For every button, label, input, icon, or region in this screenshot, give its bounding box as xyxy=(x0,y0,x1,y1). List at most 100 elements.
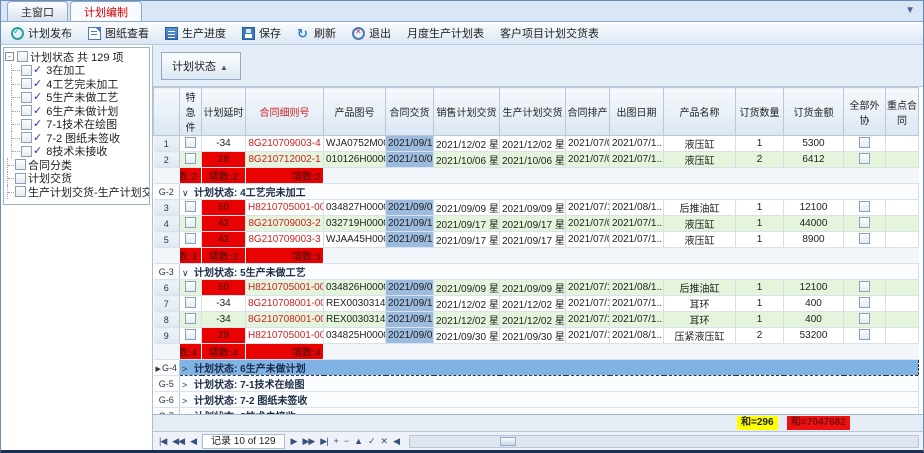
tree-item-checkbox[interactable] xyxy=(15,186,26,197)
col-header-5[interactable]: 产品图号 xyxy=(324,88,386,136)
toolbar-button-8[interactable]: 客户项目计划交货表 xyxy=(500,25,599,41)
tree-item-checkbox[interactable] xyxy=(15,173,26,184)
expand-icon[interactable]: > xyxy=(182,364,194,374)
group-label-cell[interactable]: ∨计划状态: 4工艺完未加工 xyxy=(180,184,919,200)
outsourced-checkbox[interactable] xyxy=(859,137,870,148)
col-header-2[interactable]: 特急件 xyxy=(180,88,202,136)
col-header-3[interactable]: 计划延时 xyxy=(202,88,246,136)
nav-append-button[interactable]: + xyxy=(332,436,340,446)
outsourced-checkbox[interactable] xyxy=(859,281,870,292)
toolbar-button-6[interactable]: 退出 xyxy=(352,25,391,41)
group-footer-row[interactable]: 项数:3项数:3项数:3 xyxy=(154,248,919,264)
tree-item-checkbox[interactable] xyxy=(15,159,26,170)
tree-item-checkbox[interactable] xyxy=(21,92,32,103)
urgent-checkbox[interactable] xyxy=(185,153,196,164)
group-label-cell[interactable]: >计划状态: 7-1技术在绘图 xyxy=(180,376,919,392)
nav-last-button[interactable]: ▶| xyxy=(318,436,329,447)
nav-end-button[interactable]: ◀ xyxy=(391,436,401,447)
group-label-cell[interactable]: >计划状态: 7-2 图纸未签收 xyxy=(180,392,919,408)
urgent-checkbox[interactable] xyxy=(185,137,196,148)
nav-prev-page-button[interactable]: ◀◀ xyxy=(170,436,186,447)
table-row[interactable]: 4428G210709003-2032719H000002021/09/1...… xyxy=(154,216,919,232)
group-row[interactable]: G-2∨计划状态: 4工艺完未加工 xyxy=(154,184,919,200)
group-row[interactable]: G-5>计划状态: 7-1技术在绘图 xyxy=(154,376,919,392)
tab-plan-edit[interactable]: 计划编制 xyxy=(70,1,142,21)
table-row[interactable]: 350H8210705001-004034827H000002021/09/0.… xyxy=(154,200,919,216)
urgent-checkbox[interactable] xyxy=(185,313,196,324)
nav-cancel-button[interactable]: ✕ xyxy=(379,436,390,447)
outsourced-checkbox[interactable] xyxy=(859,233,870,244)
tree-item-checkbox[interactable] xyxy=(21,119,32,130)
col-header-15[interactable]: 重点合同 xyxy=(886,88,919,136)
col-header-8[interactable]: 生产计划交货 xyxy=(500,88,566,136)
col-header-12[interactable]: 订货数量 xyxy=(736,88,784,136)
outsourced-checkbox[interactable] xyxy=(859,313,870,324)
collapse-icon[interactable]: ∨ xyxy=(182,188,194,199)
group-row[interactable]: ▶G-4>计划状态: 6生产未做计划 xyxy=(154,360,919,376)
toolbar-button-4[interactable]: 保存 xyxy=(242,25,281,41)
toolbar-button-5[interactable]: ↻刷新 xyxy=(297,25,336,41)
group-label-cell[interactable]: >计划状态: 6生产未做计划 xyxy=(180,360,919,376)
urgent-checkbox[interactable] xyxy=(185,297,196,308)
scrollbar-thumb[interactable] xyxy=(500,437,516,446)
outsourced-checkbox[interactable] xyxy=(859,217,870,228)
table-row[interactable]: 2288G210712002-1010126H000002021/10/0...… xyxy=(154,152,919,168)
nav-post-button[interactable]: ✓ xyxy=(366,436,377,447)
nav-first-button[interactable]: |◀ xyxy=(157,436,168,447)
col-header-10[interactable]: 出图日期 xyxy=(610,88,664,136)
table-row[interactable]: 5428G210709003-3WJAA45H00002021/09/1...2… xyxy=(154,232,919,248)
table-row[interactable]: 650H8210705001-003034826H000002021/09/0.… xyxy=(154,280,919,296)
group-footer-row[interactable]: 项数:4项数:4项数:4 xyxy=(154,344,919,360)
nav-delete-button[interactable]: − xyxy=(342,436,350,446)
urgent-checkbox[interactable] xyxy=(185,281,196,292)
horizontal-scrollbar[interactable] xyxy=(409,435,919,448)
urgent-checkbox[interactable] xyxy=(185,233,196,244)
col-header-13[interactable]: 订货金额 xyxy=(784,88,844,136)
col-header-6[interactable]: 合同交货 xyxy=(386,88,434,136)
toolbar-button-7[interactable]: 月度生产计划表 xyxy=(407,25,484,41)
expand-icon[interactable]: > xyxy=(182,396,194,406)
col-header-14[interactable]: 全部外协 xyxy=(844,88,886,136)
tree-item-checkbox[interactable] xyxy=(21,78,32,89)
toolbar-button-3[interactable]: 生产进度 xyxy=(165,25,226,41)
group-footer-row[interactable]: 项数:2项数:2项数:2 xyxy=(154,168,919,184)
tree-item-checkbox[interactable] xyxy=(21,146,32,157)
tree-item-other[interactable]: 合同分类 xyxy=(5,158,148,172)
table-row[interactable]: 8-348G210708001-002REX00303142C2021/09/1… xyxy=(154,312,919,328)
col-header-11[interactable]: 产品名称 xyxy=(664,88,736,136)
toolbar-button-2[interactable]: 图纸查看 xyxy=(88,25,149,41)
tab-main-window[interactable]: 主窗口 xyxy=(7,1,68,21)
nav-next-button[interactable]: ▶ xyxy=(289,436,299,447)
tree-item-other[interactable]: 生产计划交货-生产计划交货 xyxy=(5,185,148,199)
table-row[interactable]: 1-348G210709003-4WJA0752M0002021/09/1...… xyxy=(154,136,919,152)
collapse-icon[interactable]: ∨ xyxy=(182,268,194,279)
tree-item-checkbox[interactable] xyxy=(21,132,32,143)
group-row[interactable]: G-3∨计划状态: 5生产未做工艺 xyxy=(154,264,919,280)
group-row[interactable]: G-6>计划状态: 7-2 图纸未签收 xyxy=(154,392,919,408)
table-row[interactable]: 929H8210705001-002034825H000002021/09/0.… xyxy=(154,328,919,344)
collapse-icon[interactable]: - xyxy=(5,52,14,61)
outsourced-checkbox[interactable] xyxy=(859,153,870,164)
outsourced-checkbox[interactable] xyxy=(859,297,870,308)
chevron-down-icon[interactable]: ▼ xyxy=(905,5,915,16)
group-label-cell[interactable]: ∨计划状态: 5生产未做工艺 xyxy=(180,264,919,280)
tree-root-checkbox[interactable] xyxy=(17,51,28,62)
nav-prev-button[interactable]: ◀ xyxy=(188,436,198,447)
outsourced-checkbox[interactable] xyxy=(859,329,870,340)
nav-next-page-button[interactable]: ▶▶ xyxy=(300,436,316,447)
outsourced-checkbox[interactable] xyxy=(859,201,870,212)
col-header-7[interactable]: 销售计划交货 xyxy=(434,88,500,136)
urgent-checkbox[interactable] xyxy=(185,217,196,228)
expand-icon[interactable]: > xyxy=(182,380,194,390)
toolbar-button-1[interactable]: 计划发布 xyxy=(11,25,72,41)
tree-item-checkbox[interactable] xyxy=(21,105,32,116)
group-by-plan-status-button[interactable]: 计划状态▲ xyxy=(161,52,241,80)
col-header-9[interactable]: 合同排产 xyxy=(566,88,610,136)
table-row[interactable]: 7-348G210708001-001REX00303142C2021/09/1… xyxy=(154,296,919,312)
col-header-4[interactable]: 合同细则号 xyxy=(246,88,324,136)
urgent-checkbox[interactable] xyxy=(185,329,196,340)
urgent-checkbox[interactable] xyxy=(185,201,196,212)
nav-edit-button[interactable]: ▲ xyxy=(352,436,364,446)
tree-item-checkbox[interactable] xyxy=(21,65,32,76)
tree-item-status[interactable]: ✓8技术未接收 xyxy=(5,145,148,159)
